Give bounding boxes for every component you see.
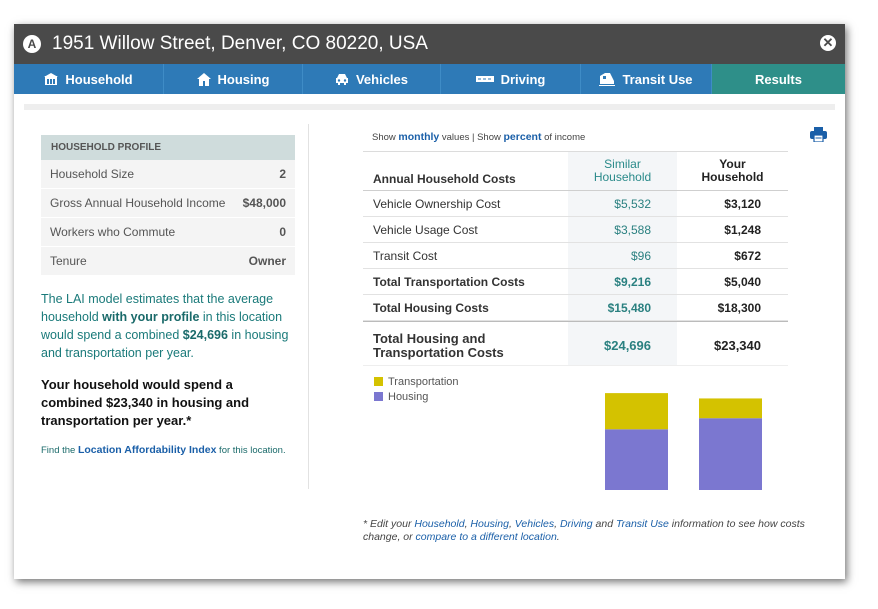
- title-bar: A 1951 Willow Street, Denver, CO 80220, …: [14, 24, 845, 64]
- row-label: Total Housing Costs: [373, 300, 489, 315]
- link-transit-use[interactable]: Transit Use: [616, 518, 669, 530]
- tab-driving[interactable]: Driving: [441, 64, 581, 94]
- close-icon[interactable]: ✕: [820, 35, 836, 51]
- profile-label: Tenure: [50, 254, 87, 268]
- legend-label: Transportation: [388, 375, 459, 388]
- cost-table-header: Annual Household Costs Similar Household …: [363, 151, 788, 191]
- tab-housing[interactable]: Housing: [164, 64, 303, 94]
- profile-value: Owner: [248, 254, 286, 268]
- link-driving[interactable]: Driving: [560, 518, 593, 530]
- train-icon: [599, 72, 616, 86]
- legend-item-transportation: Transportation: [374, 374, 459, 389]
- bar-transportation-similar: [605, 393, 668, 430]
- profile-header: HOUSEHOLD PROFILE: [41, 135, 295, 160]
- similar-value: $5,532: [568, 191, 677, 216]
- profile-value: 0: [279, 225, 286, 239]
- table-total-row: Total Housing and Transportation Costs $2…: [363, 321, 788, 369]
- model-estimate-text: The LAI model estimates that the average…: [41, 292, 289, 360]
- row-label: Transit Cost: [373, 248, 438, 263]
- tab-transit-use-label: Transit Use: [622, 71, 693, 87]
- similar-value: $9,216: [568, 269, 677, 294]
- bar-housing-yours: [699, 418, 762, 490]
- link-household[interactable]: Household: [414, 518, 464, 530]
- tab-household-label: Household: [65, 71, 133, 87]
- address-title: 1951 Willow Street, Denver, CO 80220, US…: [52, 33, 428, 54]
- location-badge: A: [23, 35, 41, 53]
- profile-label: Workers who Commute: [50, 225, 176, 239]
- similar-value: $96: [568, 243, 677, 268]
- total-label: Total Housing and Transportation Costs: [373, 330, 504, 360]
- profile-row-income: Gross Annual Household Income $48,000: [41, 189, 295, 218]
- tab-results[interactable]: Results: [712, 64, 845, 94]
- profile-row-household-size: Household Size 2: [41, 160, 295, 189]
- col-header-similar: Similar Household: [568, 152, 677, 190]
- link-compare-location[interactable]: compare to a different location: [416, 531, 557, 543]
- value-mode-toggle: Show monthly values | Show percent of in…: [372, 131, 586, 143]
- road-icon: [475, 76, 494, 82]
- tab-vehicles-label: Vehicles: [355, 71, 409, 87]
- car-icon: [335, 74, 348, 85]
- legend-item-housing: Housing: [374, 389, 459, 404]
- your-value: $672: [734, 248, 761, 263]
- profile-row-tenure: Tenure Owner: [41, 247, 295, 276]
- table-row: Total Housing Costs $15,480 $18,300: [363, 295, 788, 321]
- col-header-costs: Annual Household Costs: [373, 172, 516, 186]
- results-dialog: A 1951 Willow Street, Denver, CO 80220, …: [14, 24, 845, 579]
- legend-swatch: [374, 377, 383, 386]
- profile-label: Household Size: [50, 167, 135, 181]
- show-percent-link[interactable]: percent: [504, 131, 542, 143]
- similar-value: $3,588: [568, 217, 677, 242]
- your-value: $5,040: [724, 274, 761, 289]
- house-icon: [196, 72, 211, 86]
- lai-link-line: Find the Location Affordability Index fo…: [41, 444, 286, 456]
- edit-footnote: * Edit your Household, Housing, Vehicles…: [363, 518, 805, 543]
- your-value: $18,300: [717, 300, 761, 315]
- legend-swatch: [374, 392, 383, 401]
- total-your-value: $23,340: [714, 338, 761, 353]
- show-monthly-link[interactable]: monthly: [398, 131, 439, 143]
- row-label: Vehicle Ownership Cost: [373, 196, 501, 211]
- tab-results-label: Results: [755, 71, 802, 87]
- top-divider-strip: [24, 104, 835, 110]
- tab-driving-label: Driving: [500, 71, 546, 87]
- legend-label: Housing: [388, 390, 429, 403]
- cost-chart: Transportation Housing: [363, 365, 788, 490]
- column-divider: [308, 124, 309, 489]
- lai-link[interactable]: Location Affordability Index: [78, 444, 216, 456]
- tab-household[interactable]: Household: [14, 64, 164, 94]
- print-icon[interactable]: [810, 127, 827, 142]
- profile-value: $48,000: [242, 196, 286, 210]
- table-row: Transit Cost $96 $672: [363, 243, 788, 269]
- table-row: Vehicle Usage Cost $3,588 $1,248: [363, 217, 788, 243]
- your-value: $1,248: [724, 222, 761, 237]
- your-value: $3,120: [724, 196, 761, 211]
- link-vehicles[interactable]: Vehicles: [515, 518, 554, 530]
- tab-transit-use[interactable]: Transit Use: [581, 64, 712, 94]
- profile-value: 2: [279, 167, 286, 181]
- household-icon: [44, 73, 59, 85]
- total-similar-value: $24,696: [568, 322, 677, 369]
- household-profile: HOUSEHOLD PROFILE Household Size 2 Gross…: [41, 135, 295, 276]
- tab-bar: Household Housing Vehicles Driving Trans…: [14, 64, 845, 94]
- table-row: Total Transportation Costs $9,216 $5,040: [363, 269, 788, 295]
- row-label: Total Transportation Costs: [373, 274, 525, 289]
- profile-label: Gross Annual Household Income: [50, 196, 226, 210]
- your-household-summary: Your household would spend a combined $2…: [41, 377, 250, 428]
- chart-legend: Transportation Housing: [374, 374, 459, 404]
- bar-housing-similar: [605, 429, 668, 490]
- row-label: Vehicle Usage Cost: [373, 222, 478, 237]
- profile-row-commuters: Workers who Commute 0: [41, 218, 295, 247]
- link-housing[interactable]: Housing: [470, 518, 509, 530]
- tab-vehicles[interactable]: Vehicles: [303, 64, 441, 94]
- tab-housing-label: Housing: [217, 71, 270, 87]
- table-row: Vehicle Ownership Cost $5,532 $3,120: [363, 191, 788, 217]
- bar-transportation-yours: [699, 398, 762, 419]
- col-header-yours: Your Household: [701, 157, 764, 184]
- cost-table: Annual Household Costs Similar Household …: [363, 151, 788, 369]
- similar-value: $15,480: [568, 295, 677, 320]
